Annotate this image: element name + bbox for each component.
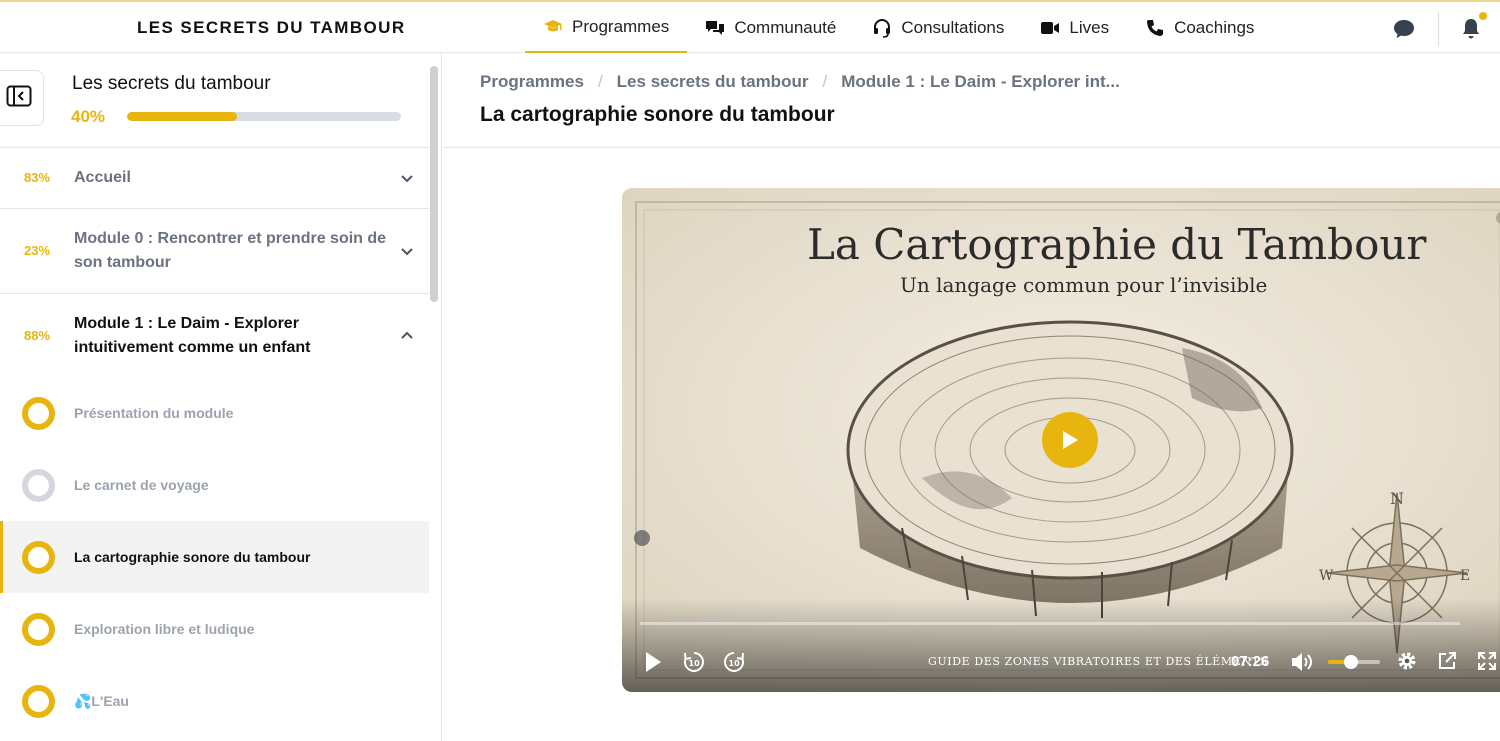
course-progress-bar [127, 112, 401, 121]
sidebar-scrollbar[interactable] [430, 66, 438, 302]
lesson-progress-ring-icon [22, 613, 55, 646]
svg-text:10: 10 [689, 659, 701, 668]
lesson-title: 💦L'Eau [74, 693, 129, 709]
nav-communaute[interactable]: Communauté [687, 2, 854, 53]
volume-icon [1292, 653, 1312, 671]
lesson-title: La cartographie sonore du tambour [74, 549, 311, 565]
course-sidebar: Les secrets du tambour 40% 83% Accueil 2… [0, 53, 442, 741]
course-progress-fill [127, 112, 237, 121]
module-title: Module 0 : Rencontrer et prendre soin de… [74, 230, 387, 271]
lesson-item-current[interactable]: La cartographie sonore du tambour [0, 521, 429, 593]
messages-icon[interactable] [1393, 19, 1415, 44]
notification-dot [1479, 12, 1487, 20]
rewind-10-icon: 10 [684, 652, 704, 672]
course-progress-percent: 40% [71, 107, 106, 126]
bell-icon[interactable] [1461, 18, 1481, 45]
svg-text:E: E [1460, 568, 1470, 584]
chevron-down-icon[interactable] [399, 243, 415, 259]
lesson-progress-ring-icon [22, 541, 55, 574]
breadcrumb: Programmes / Les secrets du tambour / Mo… [480, 72, 1120, 92]
nav-label: Coachings [1174, 17, 1255, 37]
collapse-sidebar-button[interactable] [0, 70, 44, 126]
play-icon [646, 652, 661, 672]
video-time: 07:26 [1231, 653, 1270, 670]
settings-button[interactable] [1396, 650, 1418, 672]
nav-label: Consultations [901, 17, 1005, 37]
lesson-progress-ring-icon [22, 397, 55, 430]
nav-lives[interactable]: Lives [1022, 2, 1127, 53]
module-percent: 23% [24, 243, 51, 258]
forward-10-button[interactable]: 10 [722, 650, 746, 674]
lesson-title: Exploration libre et ludique [74, 621, 255, 637]
module-0[interactable]: 23% Module 0 : Rencontrer et prendre soi… [0, 209, 429, 293]
page-title: La cartographie sonore du tambour [480, 103, 835, 126]
chevron-down-icon[interactable] [399, 170, 415, 186]
lesson-progress-ring-icon [22, 469, 55, 502]
module-percent: 83% [24, 170, 51, 185]
play-button[interactable] [642, 650, 664, 674]
nav-consultations[interactable]: Consultations [854, 2, 1022, 53]
play-icon [1063, 431, 1078, 449]
svg-text:N: N [1390, 489, 1404, 508]
module-accueil[interactable]: 83% Accueil [0, 148, 429, 208]
video-title-text: La Cartographie du Tambour [807, 220, 1427, 269]
nav-label: Lives [1069, 17, 1110, 37]
brand-logo[interactable]: LES SECRETS DU TAMBOUR [137, 18, 406, 38]
lesson-item[interactable]: 💦L'Eau [0, 665, 429, 737]
module-1[interactable]: 88% Module 1 : Le Daim - Explorer intuit… [0, 294, 429, 378]
rewind-10-button[interactable]: 10 [682, 650, 706, 674]
nav-label: Communauté [734, 17, 837, 37]
breadcrumb-item[interactable]: Module 1 : Le Daim - Explorer int... [841, 72, 1120, 92]
video-subtitle-text: Un langage commun pour l’invisible [900, 273, 1268, 297]
video-camera-icon [1040, 18, 1060, 38]
lesson-title: Présentation du module [74, 405, 234, 421]
sidebar-collapse-icon [6, 85, 32, 112]
svg-text:W: W [1319, 568, 1334, 584]
lesson-item[interactable]: Exploration libre et ludique [0, 593, 429, 665]
chat-bubbles-icon [705, 18, 725, 38]
play-button-large[interactable] [1042, 412, 1098, 468]
module-title: Accueil [74, 169, 131, 186]
nav-divider [1438, 12, 1439, 46]
header-divider [443, 147, 1500, 148]
popout-button[interactable] [1436, 650, 1458, 672]
main-nav: Programmes Communauté Consultations Live… [525, 2, 1272, 53]
nav-label: Programmes [572, 16, 670, 36]
top-bar: LES SECRETS DU TAMBOUR Programmes Commun… [0, 0, 1500, 53]
fullscreen-icon [1478, 652, 1496, 670]
graduation-cap-icon [543, 17, 563, 37]
video-player[interactable]: N W E La Cartographie du Tambour Un lang… [622, 188, 1500, 692]
headset-icon [872, 18, 892, 38]
forward-10-icon: 10 [724, 652, 744, 672]
module-title: Module 1 : Le Daim - Explorer intuitivem… [74, 315, 311, 356]
svg-text:10: 10 [729, 659, 741, 668]
external-link-icon [1439, 652, 1456, 669]
breadcrumb-separator: / [822, 72, 828, 91]
phone-icon [1145, 18, 1165, 38]
module-percent: 88% [24, 328, 51, 343]
nav-programmes[interactable]: Programmes [525, 2, 688, 53]
breadcrumb-separator: / [597, 72, 603, 91]
video-caption: GUIDE DES ZONES VIBRATOIRES ET DES ÉLÉME… [928, 655, 1268, 668]
nav-coachings[interactable]: Coachings [1127, 2, 1272, 53]
seek-bar[interactable] [640, 622, 1460, 625]
gear-icon [1398, 652, 1416, 670]
lesson-item[interactable]: Présentation du module [0, 377, 429, 449]
breadcrumb-item[interactable]: Les secrets du tambour [617, 72, 809, 92]
lesson-item[interactable]: Le carnet de voyage [0, 449, 429, 521]
chevron-up-icon[interactable] [399, 328, 415, 344]
lesson-title: Le carnet de voyage [74, 477, 209, 493]
controls-overlay [622, 598, 1500, 692]
lesson-progress-ring-icon [22, 685, 55, 718]
volume-button[interactable] [1290, 650, 1314, 674]
fullscreen-button[interactable] [1476, 650, 1498, 672]
breadcrumb-item[interactable]: Programmes [480, 72, 584, 92]
course-title: Les secrets du tambour [72, 73, 271, 94]
